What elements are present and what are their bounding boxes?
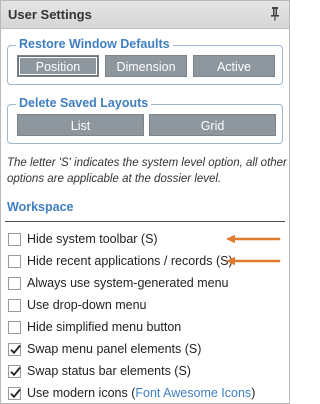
option-label-prefix: Use modern icons ( (27, 386, 136, 400)
checkbox[interactable] (8, 299, 21, 312)
checkbox[interactable] (8, 365, 21, 378)
grid-button[interactable]: Grid (149, 114, 276, 136)
option-label: Use drop-down menu (27, 298, 147, 312)
pin-icon[interactable] (269, 6, 281, 22)
use-drop-down-menu-option[interactable]: Use drop-down menu (8, 297, 284, 315)
checkbox[interactable] (8, 343, 21, 356)
checkmark-icon (10, 366, 21, 377)
checkbox[interactable] (8, 387, 21, 400)
workspace-divider (5, 221, 285, 222)
position-button[interactable]: Position (17, 55, 99, 77)
arrow-left-icon (226, 256, 281, 266)
checkmark-icon (10, 344, 21, 355)
arrow-left-icon (226, 234, 281, 244)
option-label: Hide recent applications / records (S) (27, 254, 233, 268)
panel-title: User Settings (8, 7, 92, 22)
dimension-button[interactable]: Dimension (105, 55, 187, 77)
hide-simplified-menu-option[interactable]: Hide simplified menu button (8, 319, 284, 337)
option-label: Always use system-generated menu (27, 276, 229, 290)
swap-menu-panel-option[interactable]: Swap menu panel elements (S) (8, 341, 284, 359)
active-button[interactable]: Active (193, 55, 275, 77)
restore-window-defaults-group: Restore Window Defaults Position Dimensi… (7, 37, 283, 85)
checkbox[interactable] (8, 255, 21, 268)
always-use-system-menu-option[interactable]: Always use system-generated menu (8, 275, 284, 293)
checkbox[interactable] (8, 277, 21, 290)
delete-saved-layouts-group: Delete Saved Layouts List Grid (7, 96, 283, 144)
option-label: Hide simplified menu button (27, 320, 182, 334)
workspace-section-title: Workspace (7, 200, 74, 214)
use-modern-icons-option[interactable]: Use modern icons (Font Awesome Icons) (8, 385, 284, 403)
option-label: Swap status bar elements (S) (27, 364, 191, 378)
option-label: Swap menu panel elements (S) (27, 342, 202, 356)
delete-saved-layouts-legend: Delete Saved Layouts (16, 96, 152, 110)
checkmark-icon (10, 388, 21, 399)
restore-window-defaults-legend: Restore Window Defaults (16, 37, 173, 51)
user-settings-panel: User Settings Restore Window Defaults Po… (0, 0, 290, 404)
system-option-note: The letter 'S' indicates the system leve… (7, 157, 287, 185)
checkbox[interactable] (8, 233, 21, 246)
option-label-suffix: ) (251, 386, 256, 400)
font-awesome-icons-link[interactable]: Font Awesome Icons (135, 386, 251, 400)
swap-status-bar-option[interactable]: Swap status bar elements (S) (8, 363, 284, 381)
option-label: Hide system toolbar (S) (27, 232, 158, 246)
title-bar: User Settings (1, 1, 289, 29)
list-button[interactable]: List (17, 114, 144, 136)
option-label: Use modern icons (Font Awesome Icons) (27, 386, 255, 400)
checkbox[interactable] (8, 321, 21, 334)
